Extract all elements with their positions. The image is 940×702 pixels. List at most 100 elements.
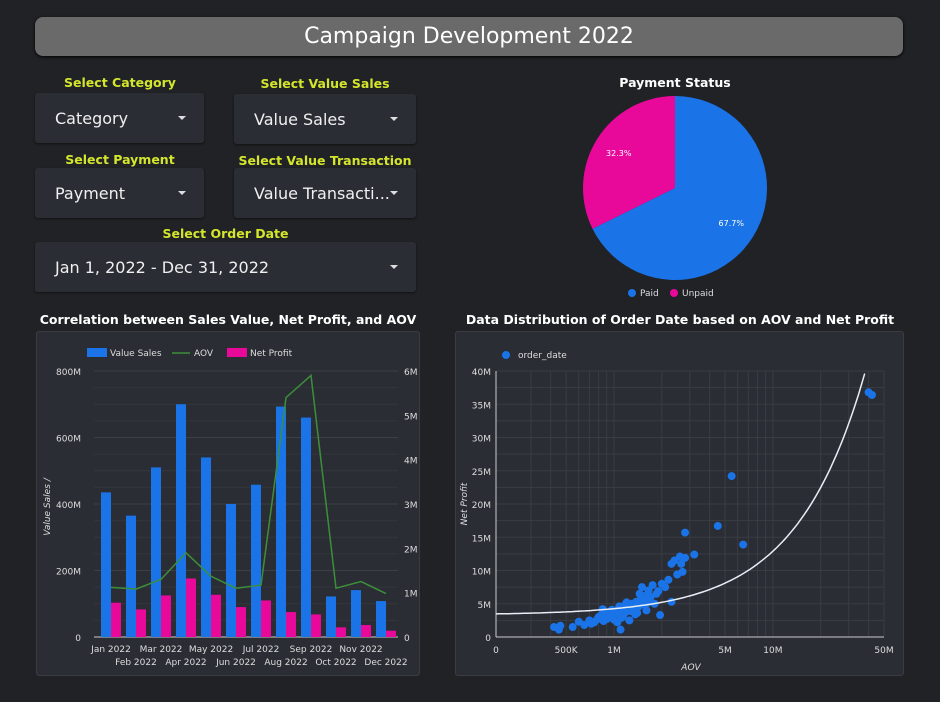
- caret-down-icon: [178, 191, 186, 195]
- bar-value-sales: [201, 457, 211, 637]
- y2-tick-label: 3M: [404, 501, 418, 511]
- y2-tick-label: 4M: [404, 457, 418, 467]
- scatter-chart-title: Data Distribution of Order Date based on…: [465, 312, 895, 327]
- pie-slice-label: 32.3%: [606, 149, 632, 158]
- payment-dropdown[interactable]: Payment: [35, 168, 204, 218]
- legend-swatch-net-profit: [227, 348, 247, 357]
- scatter-point: [739, 540, 748, 549]
- y-tick-label: 30M: [472, 435, 491, 445]
- x-tick-label: Feb 2022: [115, 658, 157, 668]
- payment-value: Payment: [55, 183, 126, 203]
- y2-tick-label: 6M: [404, 368, 418, 378]
- y2-tick-label: 1M: [404, 590, 418, 600]
- y-tick-label: 800M: [56, 368, 81, 378]
- x-tick-label: Sep 2022: [290, 645, 333, 655]
- scatter-point: [667, 597, 676, 606]
- value-transaction-value: Value Transacti...: [254, 183, 390, 203]
- bar-chart-title: Correlation between Sales Value, Net Pro…: [39, 312, 417, 327]
- pie-chart-title: Payment Status: [619, 75, 731, 90]
- y-tick-label: 0: [485, 634, 491, 644]
- scatter-point: [654, 587, 663, 596]
- y-axis-label: Net Profit: [460, 482, 470, 525]
- x-tick-label: Dec 2022: [364, 658, 407, 668]
- value-sales-dropdown[interactable]: Value Sales: [234, 94, 416, 144]
- x-tick-label: May 2022: [189, 645, 233, 655]
- legend-label: AOV: [194, 349, 214, 359]
- sales-profit-aov-chart: 0 200M 400M 600M 800M 0 1M 2M 3M 4M 5M 6M Value Sale…: [43, 348, 418, 668]
- scatter-point: [656, 611, 665, 620]
- scatter-point: [867, 390, 876, 399]
- order-date-picker[interactable]: Jan 1, 2022 - Dec 31, 2022: [35, 242, 416, 292]
- caret-down-icon: [390, 191, 398, 195]
- x-tick-label: Oct 2022: [315, 658, 356, 668]
- scatter-point: [681, 528, 690, 537]
- x-tick-label: Mar 2022: [140, 645, 183, 655]
- x-tick-label: 500K: [555, 646, 579, 656]
- scatter-point: [613, 618, 622, 627]
- bar-net-profit: [286, 612, 296, 637]
- legend-label: Unpaid: [682, 289, 714, 299]
- x-tick-label: Nov 2022: [339, 645, 382, 655]
- scatter-point: [648, 581, 657, 590]
- y2-tick-label: 5M: [404, 412, 418, 422]
- legend-dot: [670, 289, 678, 297]
- legend-swatch-value-sales: [87, 348, 107, 357]
- bar-chart-panel: 0 200M 400M 600M 800M 0 1M 2M 3M 4M 5M 6M Value Sale…: [36, 331, 420, 676]
- y-tick-label: 200M: [56, 568, 81, 578]
- y-tick-label: 600M: [56, 435, 81, 445]
- dashboard-title: Campaign Development 2022: [35, 17, 903, 56]
- scatter-chart-panel: 0 5M 10M 15M 20M 25M 30M 35M 40M 0 500K 1M 5M 10M 50M A…: [455, 331, 904, 676]
- scatter-point: [568, 623, 577, 632]
- pie-slice-label: 67.7%: [719, 219, 745, 228]
- bar-net-profit: [361, 625, 371, 637]
- bar-value-sales: [251, 484, 261, 637]
- scatter-point: [664, 575, 673, 584]
- bar-net-profit: [311, 614, 321, 637]
- caret-down-icon: [390, 265, 398, 269]
- x-axis-label: AOV: [680, 663, 701, 673]
- y-tick-label: 40M: [472, 368, 491, 378]
- bar-net-profit: [386, 630, 396, 637]
- x-tick-label: Aug 2022: [264, 658, 307, 668]
- payment-status-pie-chart: 67.7% 32.3% Paid Unpaid: [583, 96, 767, 299]
- scatter-point: [616, 625, 625, 634]
- bar-net-profit: [261, 600, 271, 637]
- x-tick-label: 5M: [718, 646, 732, 656]
- bar-value-sales: [351, 590, 361, 637]
- order-date-filter-label: Select Order Date: [162, 226, 289, 241]
- y-tick-label: 10M: [472, 568, 491, 578]
- scatter-point: [678, 567, 687, 576]
- y-tick-label: 20M: [472, 501, 491, 511]
- y-tick-label: 0: [75, 634, 81, 644]
- aov-netprofit-scatter-chart: 0 5M 10M 15M 20M 25M 30M 35M 40M 0 500K 1M 5M 10M 50M A…: [460, 351, 894, 673]
- bar-value-sales: [326, 596, 336, 637]
- category-dropdown[interactable]: Category: [35, 93, 204, 143]
- bar-net-profit: [186, 578, 196, 637]
- x-tick-label: 0: [493, 646, 499, 656]
- bar-net-profit: [336, 627, 346, 637]
- x-tick-label: Jan 2022: [90, 645, 131, 655]
- value-sales-filter-label: Select Value Sales: [260, 76, 390, 91]
- legend-label: order_date: [518, 351, 567, 361]
- x-tick-label: 50M: [874, 646, 893, 656]
- bar-value-sales: [101, 492, 111, 637]
- value-sales-value: Value Sales: [254, 109, 346, 129]
- bar-net-profit: [236, 607, 246, 637]
- bar-value-sales: [276, 406, 286, 637]
- y-tick-label: 15M: [472, 534, 491, 544]
- bar-net-profit: [161, 595, 171, 637]
- trendline: [495, 373, 866, 615]
- scatter-point: [661, 583, 670, 592]
- x-tick-label: Apr 2022: [165, 658, 206, 668]
- legend-label: Value Sales: [110, 349, 162, 359]
- bar-value-sales: [126, 515, 136, 637]
- scatter-point: [556, 621, 565, 630]
- order-date-value: Jan 1, 2022 - Dec 31, 2022: [55, 257, 270, 277]
- scatter-point: [622, 598, 631, 607]
- value-transaction-dropdown[interactable]: Value Transacti...: [234, 168, 416, 218]
- bar-value-sales: [176, 404, 186, 637]
- scatter-point: [681, 553, 690, 562]
- scatter-point: [727, 472, 736, 481]
- x-tick-label: Jun 2022: [215, 658, 256, 668]
- bar-value-sales: [301, 417, 311, 637]
